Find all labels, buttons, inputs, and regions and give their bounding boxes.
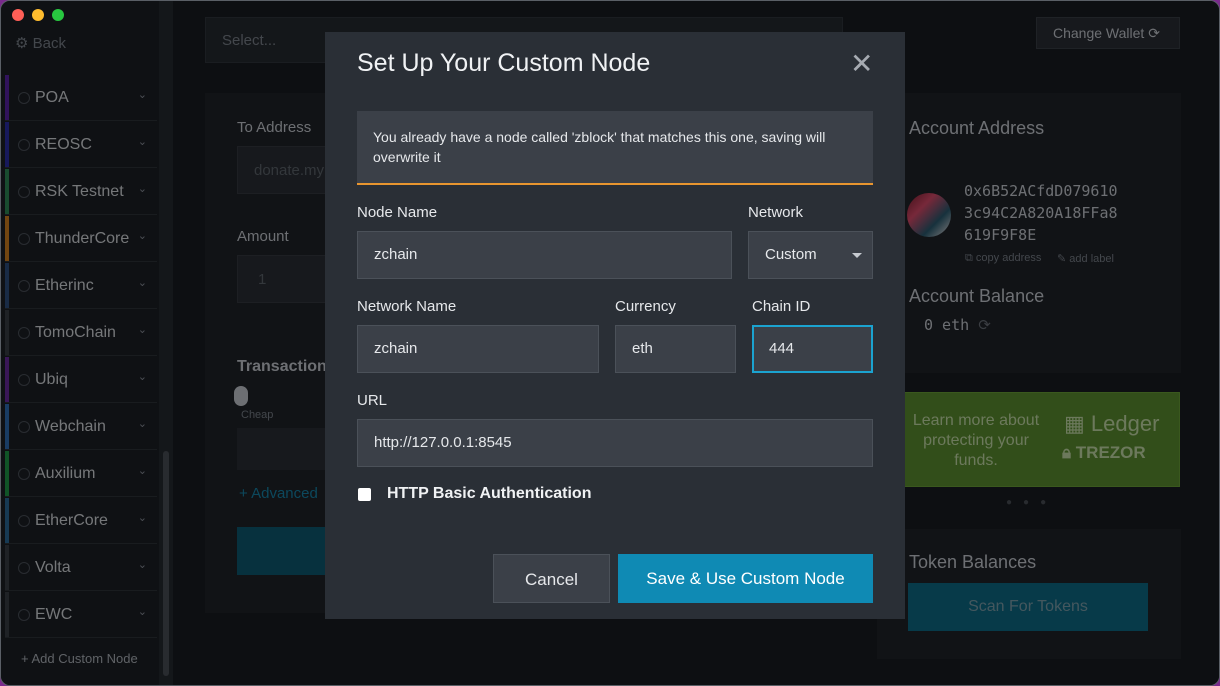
close-window-button[interactable] [12,9,24,21]
network-label: Network [748,204,804,221]
save-custom-node-button[interactable]: Save & Use Custom Node [618,554,873,603]
network-name-input[interactable]: zchain [357,325,599,373]
network-select[interactable]: Custom [748,231,873,279]
http-auth-checkbox[interactable] [358,488,371,501]
chain-id-label: Chain ID [752,298,811,315]
warning-message: You already have a node called 'zblock' … [357,111,873,185]
url-input[interactable]: http://127.0.0.1:8545 [357,419,873,467]
node-name-input[interactable]: zchain [357,231,732,279]
close-icon[interactable]: ✕ [850,50,873,78]
zoom-window-button[interactable] [52,9,64,21]
network-select-value: Custom [765,246,817,263]
url-label: URL [357,392,388,409]
network-name-label: Network Name [357,298,457,315]
http-auth-label[interactable]: HTTP Basic Authentication [387,485,591,503]
currency-input[interactable]: eth [615,325,736,373]
custom-node-modal: Set Up Your Custom Node ✕ You already ha… [325,32,905,619]
modal-title: Set Up Your Custom Node [357,49,651,77]
minimize-window-button[interactable] [32,9,44,21]
app-window: ⚙ Back POA ⌄ REOSC ⌄ RSK Testnet ⌄ ThunderC… [0,0,1220,686]
node-name-label: Node Name [357,204,438,221]
caret-down-icon [852,253,862,258]
currency-label: Currency [615,298,676,315]
cancel-button[interactable]: Cancel [493,554,610,603]
chain-id-input[interactable]: 444 [752,325,873,373]
